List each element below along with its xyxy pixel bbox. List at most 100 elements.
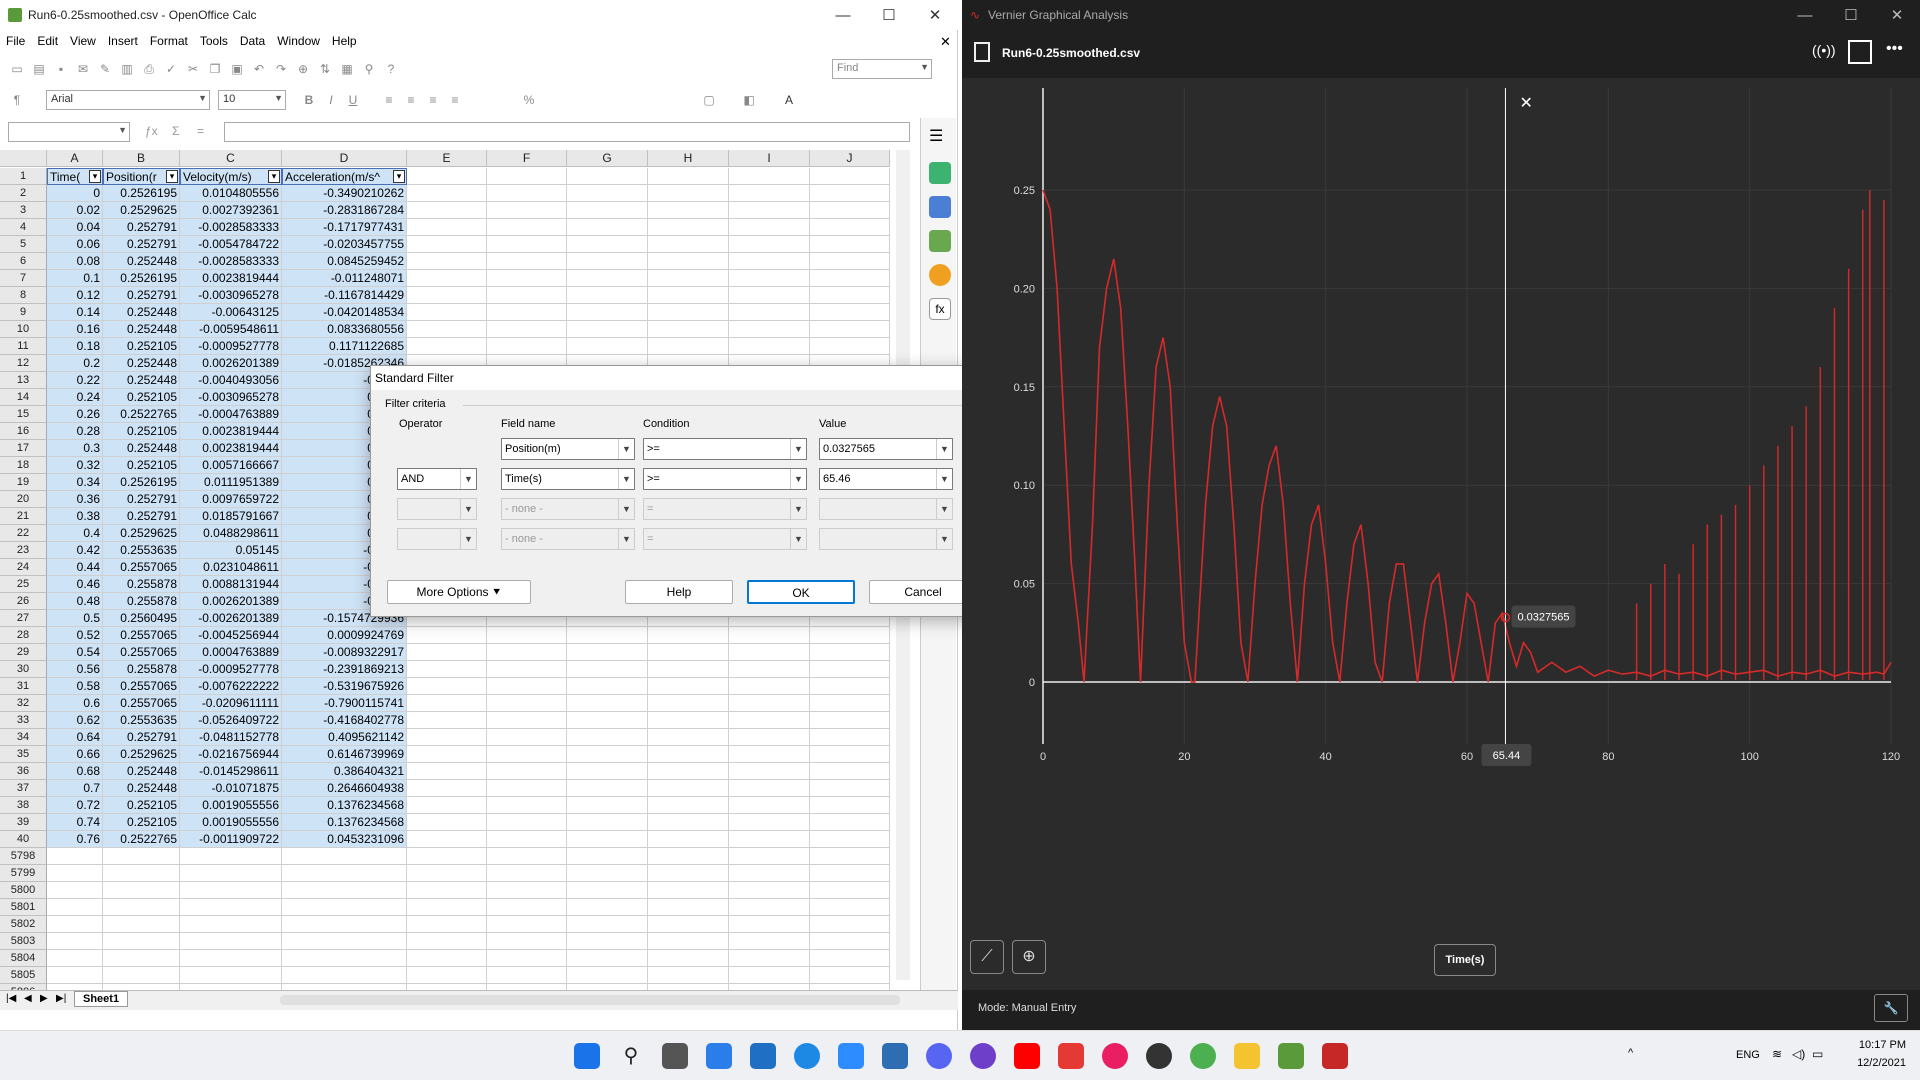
- layout-icon[interactable]: [1848, 40, 1872, 64]
- grid-cell[interactable]: [648, 712, 729, 729]
- grid-cell[interactable]: [810, 219, 890, 236]
- grid-cell[interactable]: [487, 916, 567, 933]
- calc-taskbar-icon[interactable]: [1278, 1043, 1304, 1069]
- row-header[interactable]: 3: [0, 202, 47, 219]
- grid-cell[interactable]: [47, 933, 103, 950]
- table-cell[interactable]: 0.2: [47, 355, 103, 372]
- table-cell[interactable]: 0.2553635: [103, 712, 180, 729]
- grid-cell[interactable]: [810, 933, 890, 950]
- grid-cell[interactable]: [407, 899, 487, 916]
- table-cell[interactable]: 0.54: [47, 644, 103, 661]
- filter-field-3[interactable]: - none - ▼: [501, 498, 635, 520]
- youtube-music-icon[interactable]: [1102, 1043, 1128, 1069]
- table-cell[interactable]: 0.252791: [103, 287, 180, 304]
- grid-cell[interactable]: [810, 287, 890, 304]
- grid-cell[interactable]: [407, 729, 487, 746]
- table-cell[interactable]: 0.76: [47, 831, 103, 848]
- grid-cell[interactable]: [567, 185, 648, 202]
- menu-insert[interactable]: Insert: [102, 34, 144, 52]
- grid-cell[interactable]: [810, 168, 890, 185]
- grid-cell[interactable]: [567, 695, 648, 712]
- table-cell[interactable]: 0.0023819444: [180, 440, 282, 457]
- row-header[interactable]: 14: [0, 389, 47, 406]
- grid-cell[interactable]: [47, 848, 103, 865]
- grid-cell[interactable]: [810, 746, 890, 763]
- table-cell[interactable]: 0.0023819444: [180, 423, 282, 440]
- grid-cell[interactable]: [648, 814, 729, 831]
- grid-cell[interactable]: [567, 236, 648, 253]
- table-cell[interactable]: 0.22: [47, 372, 103, 389]
- autofilter-dropdown-icon[interactable]: ▾: [268, 170, 280, 183]
- grid-cell[interactable]: [282, 967, 407, 984]
- table-cell[interactable]: 0.252448: [103, 321, 180, 338]
- table-cell[interactable]: 0.4: [47, 525, 103, 542]
- grid-cell[interactable]: [729, 644, 810, 661]
- table-cell[interactable]: -0.011248071: [282, 270, 407, 287]
- file-explorer-icon[interactable]: [1234, 1043, 1260, 1069]
- draw-app-icon[interactable]: [1058, 1043, 1084, 1069]
- properties-icon[interactable]: [929, 162, 951, 184]
- column-header-i[interactable]: I: [729, 150, 810, 167]
- grid-cell[interactable]: [729, 848, 810, 865]
- grid-cell[interactable]: [282, 882, 407, 899]
- row-header[interactable]: 30: [0, 661, 47, 678]
- grid-cell[interactable]: [567, 950, 648, 967]
- row-header[interactable]: 20: [0, 491, 47, 508]
- zoom-icon[interactable]: ⊕: [1012, 940, 1046, 974]
- grid-cell[interactable]: [567, 746, 648, 763]
- grid-cell[interactable]: [810, 661, 890, 678]
- sensor-icon[interactable]: ((•)): [1812, 42, 1836, 58]
- row-header[interactable]: 10: [0, 321, 47, 338]
- table-cell[interactable]: 0.252105: [103, 457, 180, 474]
- find-icon[interactable]: ⚲: [360, 60, 378, 78]
- grid-cell[interactable]: [47, 916, 103, 933]
- grid-cell[interactable]: [729, 695, 810, 712]
- table-cell[interactable]: 0.252791: [103, 219, 180, 236]
- table-cell[interactable]: -0.0028583333: [180, 253, 282, 270]
- row-header[interactable]: 39: [0, 814, 47, 831]
- grid-cell[interactable]: [487, 695, 567, 712]
- upload-icon[interactable]: [794, 1043, 820, 1069]
- row-header[interactable]: 12: [0, 355, 47, 372]
- table-cell[interactable]: 0.255878: [103, 576, 180, 593]
- table-cell[interactable]: 0.24: [47, 389, 103, 406]
- table-cell[interactable]: 0.0026201389: [180, 355, 282, 372]
- font-name-select[interactable]: Arial ▼: [46, 90, 210, 110]
- table-cell[interactable]: 0.2553635: [103, 542, 180, 559]
- menu-help[interactable]: Help: [326, 34, 363, 52]
- row-header[interactable]: 19: [0, 474, 47, 491]
- table-cell[interactable]: -0.0045256944: [180, 627, 282, 644]
- row-header[interactable]: 5804: [0, 950, 47, 967]
- table-cell[interactable]: 0.2557065: [103, 627, 180, 644]
- grid-cell[interactable]: [567, 644, 648, 661]
- grid-cell[interactable]: [729, 729, 810, 746]
- grid-cell[interactable]: [648, 831, 729, 848]
- maximize-icon[interactable]: ☐: [1828, 0, 1874, 30]
- table-cell[interactable]: 0.252448: [103, 253, 180, 270]
- grid-cell[interactable]: [567, 967, 648, 984]
- grid-cell[interactable]: [729, 168, 810, 185]
- grid-cell[interactable]: [487, 831, 567, 848]
- table-cell[interactable]: -0.0004763889: [180, 406, 282, 423]
- grid-cell[interactable]: [648, 287, 729, 304]
- cut-icon[interactable]: ✂: [184, 60, 202, 78]
- grid-cell[interactable]: [487, 627, 567, 644]
- table-cell[interactable]: 0.42: [47, 542, 103, 559]
- grid-cell[interactable]: [407, 814, 487, 831]
- grid-cell[interactable]: [407, 219, 487, 236]
- filter-condition-1[interactable]: >= ▼: [643, 438, 807, 460]
- close-document-icon[interactable]: ✕: [940, 34, 951, 50]
- battery-icon[interactable]: ▭: [1812, 1047, 1823, 1061]
- grid-cell[interactable]: [282, 933, 407, 950]
- row-header[interactable]: 26: [0, 593, 47, 610]
- grid-cell[interactable]: [648, 661, 729, 678]
- table-cell[interactable]: 0.12: [47, 287, 103, 304]
- app-icon[interactable]: [1146, 1043, 1172, 1069]
- grid-cell[interactable]: [729, 797, 810, 814]
- cursor-close-icon[interactable]: ✕: [1519, 95, 1532, 112]
- styles-formatting-icon[interactable]: [929, 196, 951, 218]
- table-cell[interactable]: 0.252791: [103, 729, 180, 746]
- table-cell[interactable]: -0.00643125: [180, 304, 282, 321]
- grid-cell[interactable]: [810, 321, 890, 338]
- row-header[interactable]: 36: [0, 763, 47, 780]
